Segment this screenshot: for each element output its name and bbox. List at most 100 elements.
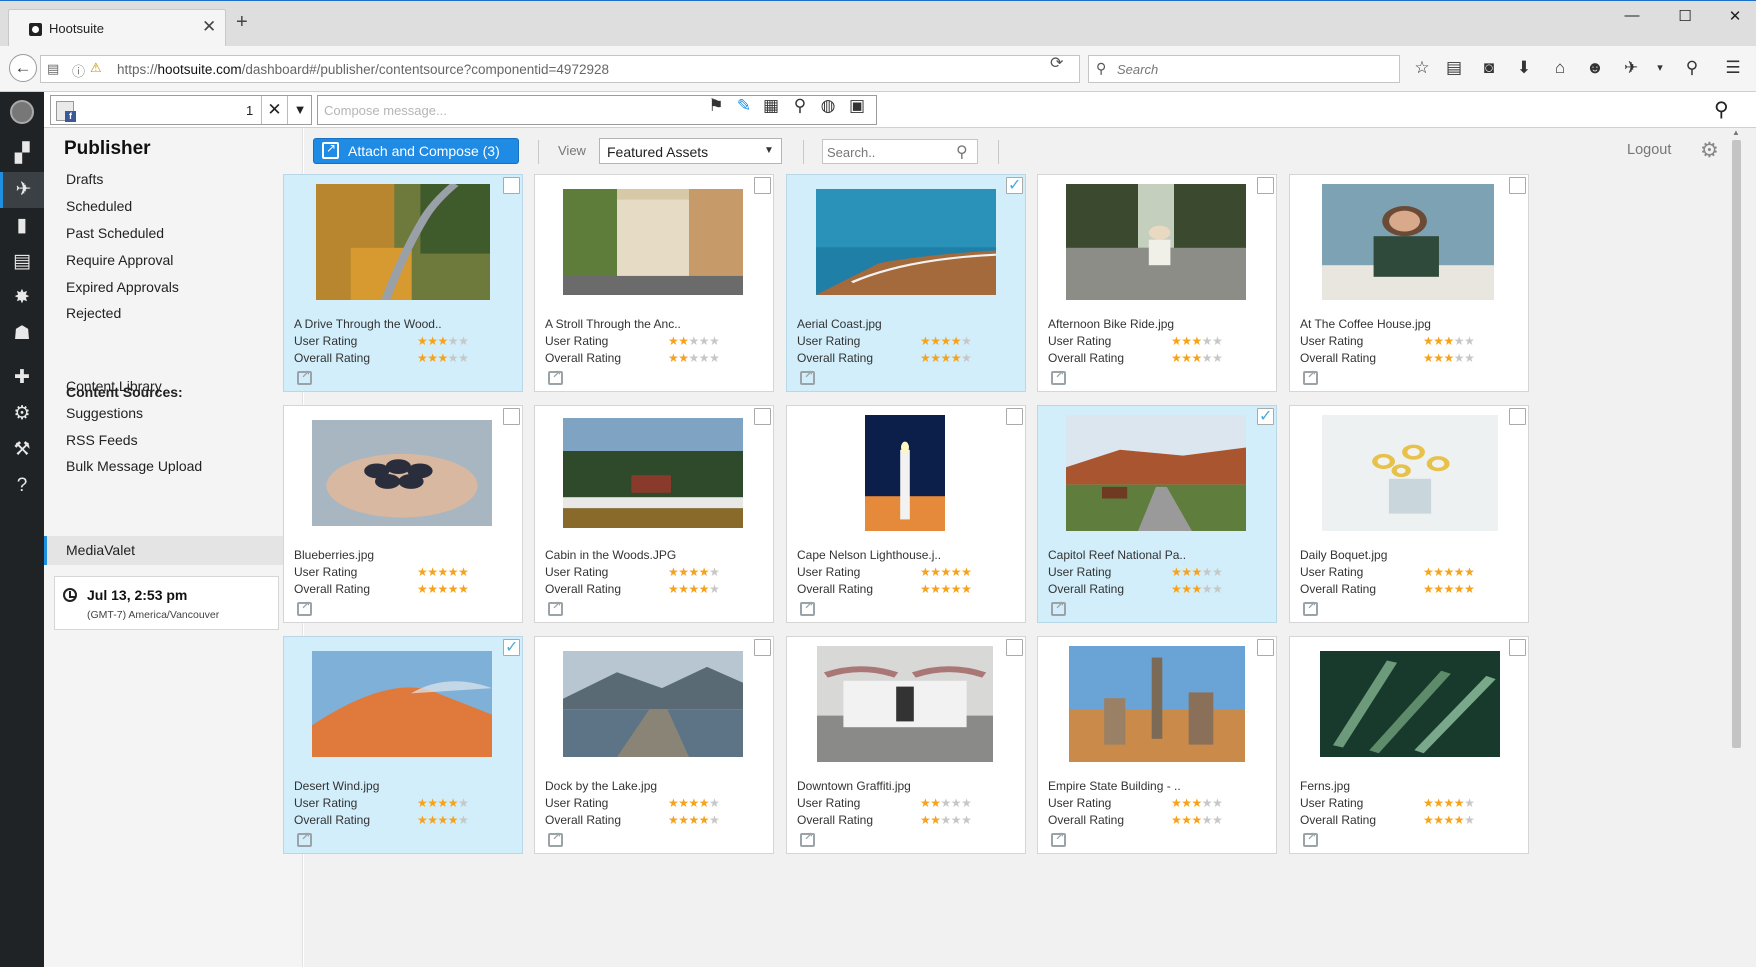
user-rating-stars[interactable]: ★★★★★ — [417, 334, 469, 348]
assignments-icon[interactable]: ▤ — [0, 244, 44, 280]
user-rating-stars[interactable]: ★★★★★ — [668, 334, 720, 348]
url-text[interactable]: https://hootsuite.com/dashboard#/publish… — [117, 62, 609, 77]
pin-icon[interactable]: ⚲ — [1681, 58, 1703, 78]
asset-select-checkbox[interactable] — [1509, 639, 1526, 656]
asset-thumbnail[interactable] — [865, 415, 945, 531]
asset-thumbnail[interactable] — [1322, 184, 1494, 300]
window-close-icon[interactable]: ✕ — [1720, 7, 1750, 25]
share-icon[interactable] — [1051, 368, 1066, 385]
global-search-icon[interactable]: ⚲ — [1714, 97, 1729, 122]
asset-select-checkbox[interactable] — [1006, 639, 1023, 656]
menu-icon[interactable]: ☰ — [1722, 58, 1744, 78]
logout-link[interactable]: Logout — [1627, 142, 1671, 158]
share-icon[interactable] — [548, 368, 563, 385]
asset-thumbnail[interactable] — [563, 651, 743, 757]
analytics-icon[interactable]: ▮ — [0, 208, 44, 244]
settings-gear-icon[interactable]: ⚙ — [0, 396, 44, 432]
user-rating-stars[interactable]: ★★★★★ — [1171, 334, 1223, 348]
tag-icon[interactable]: ⚑ — [705, 96, 727, 116]
help-icon[interactable]: ? — [0, 468, 44, 504]
sidebar-item-expired-approvals[interactable]: Expired Approvals — [66, 279, 179, 295]
close-tab-icon[interactable]: ✕ — [202, 17, 216, 37]
view-select[interactable]: Featured Assets ▼ — [599, 138, 782, 164]
chat-icon[interactable]: ☻ — [1584, 58, 1606, 78]
share-icon[interactable] — [297, 830, 312, 847]
user-rating-stars[interactable]: ★★★★★ — [920, 565, 972, 579]
streams-icon[interactable]: ▞ — [0, 136, 44, 172]
user-rating-stars[interactable]: ★★★★★ — [1423, 796, 1475, 810]
asset-select-checkbox[interactable] — [1257, 177, 1274, 194]
user-rating-stars[interactable]: ★★★★★ — [1423, 565, 1475, 579]
campaigns-icon[interactable]: ✸ — [0, 280, 44, 316]
attachment-icon[interactable]: ✎ — [733, 96, 755, 116]
minimize-icon[interactable]: — — [1617, 7, 1647, 24]
sidebar-item-past-scheduled[interactable]: Past Scheduled — [66, 225, 164, 241]
attach-and-compose-button[interactable]: Attach and Compose (3) — [313, 138, 519, 164]
user-rating-stars[interactable]: ★★★★★ — [1171, 796, 1223, 810]
asset-card[interactable]: Blueberries.jpg User Rating ★★★★★ Overall R… — [283, 405, 523, 623]
location-pin-icon[interactable]: ⚲ — [789, 96, 811, 116]
sidebar-item-drafts[interactable]: Drafts — [66, 171, 103, 187]
asset-select-checkbox[interactable] — [754, 177, 771, 194]
asset-select-checkbox[interactable] — [1509, 177, 1526, 194]
asset-thumbnail[interactable] — [563, 418, 743, 528]
publisher-icon[interactable]: ✈ — [0, 172, 44, 208]
asset-card[interactable]: Downtown Graffiti.jpg User Rating ★★★★★ Ove… — [786, 636, 1026, 854]
reload-icon[interactable]: ⟳ — [1050, 53, 1063, 73]
share-icon[interactable] — [297, 599, 312, 616]
share-icon[interactable] — [297, 368, 312, 385]
reading-list-icon[interactable]: ▤ — [1443, 58, 1465, 78]
asset-select-checkbox[interactable] — [503, 408, 520, 425]
asset-thumbnail[interactable] — [1322, 415, 1498, 531]
asset-card[interactable]: Capitol Reef National Pa.. User Rating ★★★… — [1037, 405, 1277, 623]
tools-wrench-icon[interactable]: ⚒ — [0, 432, 44, 468]
sidebar-item-require-approval[interactable]: Require Approval — [66, 252, 173, 268]
asset-card[interactable]: Desert Wind.jpg User Rating ★★★★★ Overall R… — [283, 636, 523, 854]
extension-dropdown-icon[interactable]: ▾ — [1649, 58, 1671, 78]
asset-thumbnail[interactable] — [1066, 184, 1246, 300]
asset-select-checkbox[interactable] — [1006, 175, 1023, 195]
asset-select-checkbox[interactable] — [503, 637, 520, 657]
asset-select-checkbox[interactable] — [1257, 639, 1274, 656]
user-rating-stars[interactable]: ★★★★★ — [668, 796, 720, 810]
share-icon[interactable] — [1303, 368, 1318, 385]
scrollbar-thumb[interactable] — [1732, 140, 1741, 748]
asset-card[interactable]: A Stroll Through the Anc.. User Rating ★★★… — [534, 174, 774, 392]
asset-thumbnail[interactable] — [1320, 651, 1500, 757]
user-rating-stars[interactable]: ★★★★★ — [417, 565, 469, 579]
insecure-lock-icon[interactable]: ⚠ — [90, 60, 102, 76]
asset-card[interactable]: Daily Boquet.jpg User Rating ★★★★★ Overall … — [1289, 405, 1529, 623]
share-icon[interactable] — [800, 368, 815, 385]
asset-card[interactable]: Aerial Coast.jpg User Rating ★★★★★ Overall … — [786, 174, 1026, 392]
asset-select-checkbox[interactable] — [754, 408, 771, 425]
sidebar-item-mediavalet[interactable]: MediaValet — [44, 536, 289, 565]
asset-thumbnail[interactable] — [312, 651, 492, 757]
asset-thumbnail[interactable] — [1066, 415, 1246, 531]
scroll-up-arrow-icon[interactable]: ▲ — [1732, 128, 1740, 137]
download-icon[interactable]: ⬇ — [1513, 58, 1535, 78]
contacts-icon[interactable]: ☗ — [0, 316, 44, 352]
user-rating-stars[interactable]: ★★★★★ — [920, 796, 972, 810]
chevron-down-icon[interactable]: ▼ — [287, 96, 312, 124]
share-icon[interactable] — [800, 599, 815, 616]
page-icon[interactable]: ▤ — [47, 61, 59, 77]
asset-card[interactable]: Cape Nelson Lighthouse.j.. User Rating ★★★… — [786, 405, 1026, 623]
apps-puzzle-icon[interactable]: ✚ — [0, 360, 44, 396]
sidebar-item-content-library[interactable]: Content Library — [66, 378, 162, 394]
url-bar[interactable]: ▤ ⓘ ⚠ https://hootsuite.com/dashboard#/p… — [40, 55, 1080, 83]
asset-select-checkbox[interactable] — [1509, 408, 1526, 425]
asset-card[interactable]: Ferns.jpg User Rating ★★★★★ Overall Rating ★… — [1289, 636, 1529, 854]
user-rating-stars[interactable]: ★★★★★ — [1423, 334, 1475, 348]
asset-card[interactable]: Cabin in the Woods.JPG User Rating ★★★★★ Ov… — [534, 405, 774, 623]
search-icon[interactable]: ⚲ — [956, 142, 968, 162]
sidebar-item-rejected[interactable]: Rejected — [66, 305, 121, 321]
asset-thumbnail[interactable] — [1069, 646, 1245, 762]
browser-tab[interactable]: Hootsuite ✕ — [8, 9, 226, 47]
asset-select-checkbox[interactable] — [1006, 408, 1023, 425]
sidebar-item-scheduled[interactable]: Scheduled — [66, 198, 132, 214]
asset-select-checkbox[interactable] — [1257, 406, 1274, 426]
share-icon[interactable] — [548, 599, 563, 616]
calendar-icon[interactable]: ▦ — [760, 96, 782, 116]
asset-thumbnail[interactable] — [563, 189, 743, 295]
asset-select-checkbox[interactable] — [754, 639, 771, 656]
